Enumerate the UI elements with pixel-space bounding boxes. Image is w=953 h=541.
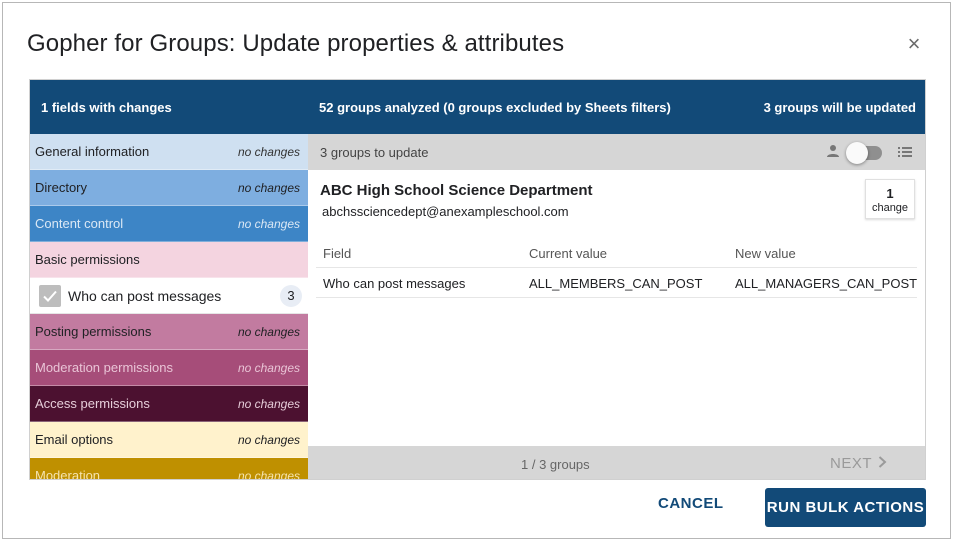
category-name: Content control [35,216,124,231]
category-name: Email options [35,432,114,447]
category-name: Basic permissions [35,252,140,267]
groups-to-update-label: 3 groups to update [320,145,429,160]
category-status: no changes [237,469,300,480]
person-icon[interactable] [826,144,840,158]
groups-will-update: 3 groups will be updated [763,100,916,115]
category-name: Directory [35,180,88,195]
summary-bar: 1 fields with changes 52 groups analyzed… [30,80,925,134]
column-header-field: Field [323,246,352,261]
field-who-can-post-messages[interactable]: Who can post messages 3 [30,278,308,314]
category-email-options[interactable]: Email options no changes [30,422,308,458]
category-general-information[interactable]: General information no changes [30,134,308,170]
change-label: change [871,202,909,214]
category-status: no changes [237,397,300,411]
field-label: Who can post messages [68,288,222,304]
category-name: General information [35,144,150,159]
field-count-badge: 3 [280,285,302,307]
update-panel: 1 fields with changes 52 groups analyzed… [29,79,926,480]
cell-new-value: ALL_MANAGERS_CAN_POST [735,276,918,291]
list-icon[interactable] [898,146,912,158]
field-checkbox[interactable] [39,285,61,307]
category-list: General information no changes Directory… [30,134,308,480]
header-divider [316,267,917,268]
category-status: no changes [237,361,300,375]
group-preview: 3 groups to update ABC High School Scien… [308,134,925,479]
pager-label: 1 / 3 groups [521,457,590,472]
category-name: Access permissions [35,396,150,411]
category-status: no changes [237,433,300,447]
row-divider [316,297,917,298]
fields-with-changes: 1 fields with changes [41,100,172,115]
chevron-right-icon [878,456,887,468]
cell-current-value: ALL_MEMBERS_CAN_POST [529,276,703,291]
change-count: 1 [886,186,894,201]
close-icon[interactable]: × [903,33,925,55]
next-label: NEXT [830,455,873,472]
category-status: no changes [237,145,300,159]
category-name: Posting permissions [35,324,152,339]
view-toggle-thumb[interactable] [846,142,868,164]
groups-analyzed: 52 groups analyzed (0 groups excluded by… [319,100,671,115]
next-button[interactable]: NEXT [830,455,887,472]
pager-bar: 1 / 3 groups NEXT [308,446,925,479]
check-icon [43,290,57,302]
category-name: Moderation [35,468,101,480]
update-dialog: Gopher for Groups: Update properties & a… [2,2,951,539]
category-status: no changes [237,217,300,231]
category-moderation[interactable]: Moderation no changes [30,458,308,480]
category-basic-permissions[interactable]: Basic permissions [30,242,308,278]
group-email: abchssciencedept@anexampleschool.com [322,204,569,219]
run-bulk-actions-button[interactable]: RUN BULK ACTIONS [765,488,926,527]
change-count-badge: 1 change [865,179,915,219]
preview-toolbar: 3 groups to update [308,134,925,170]
category-name: Moderation permissions [35,360,174,375]
category-access-permissions[interactable]: Access permissions no changes [30,386,308,422]
cell-field: Who can post messages [323,276,466,291]
category-posting-permissions[interactable]: Posting permissions no changes [30,314,308,350]
category-moderation-permissions[interactable]: Moderation permissions no changes [30,350,308,386]
category-status: no changes [237,325,300,339]
dialog-title: Gopher for Groups: Update properties & a… [27,30,565,57]
column-header-new-value: New value [735,246,796,261]
cancel-button[interactable]: CANCEL [658,495,724,512]
group-name: ABC High School Science Department [320,182,593,199]
category-content-control[interactable]: Content control no changes [30,206,308,242]
category-directory[interactable]: Directory no changes [30,170,308,206]
column-header-current-value: Current value [529,246,608,261]
category-status: no changes [237,181,300,195]
